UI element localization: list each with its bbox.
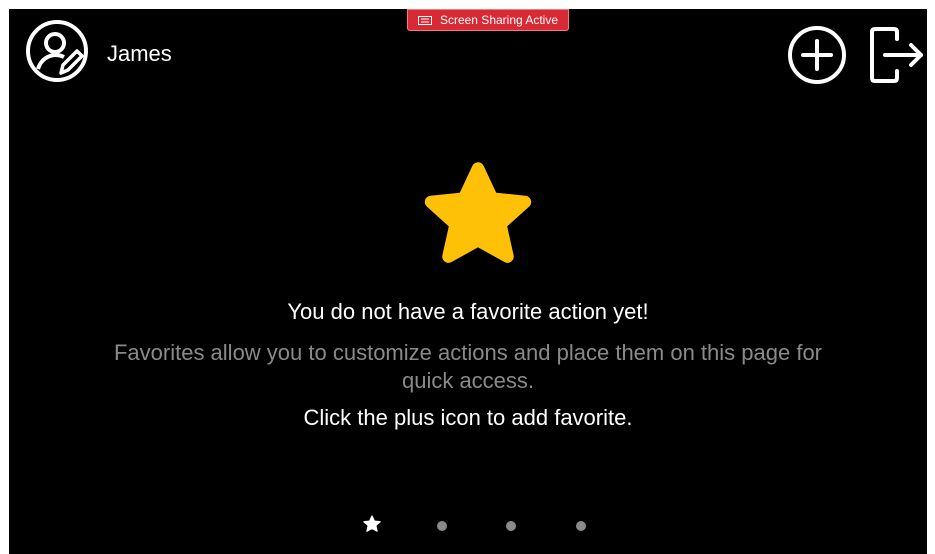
user-edit-icon xyxy=(25,19,89,88)
plus-circle-icon xyxy=(787,26,847,89)
add-favorite-button[interactable] xyxy=(787,25,847,90)
page-dot xyxy=(437,521,447,531)
page-dot xyxy=(506,521,516,531)
screen-share-icon xyxy=(417,15,432,25)
app-screen: Screen Sharing Active James You do not h… xyxy=(9,9,927,554)
user-name: James xyxy=(107,40,172,66)
page-indicator xyxy=(9,514,927,538)
page-indicator-dot[interactable] xyxy=(499,514,523,538)
page-indicator-dot[interactable] xyxy=(430,514,454,538)
screen-sharing-label: Screen Sharing Active xyxy=(439,13,559,27)
empty-state-title: You do not have a favorite action yet! xyxy=(287,299,649,324)
screen-sharing-badge: Screen Sharing Active xyxy=(407,9,569,31)
logout-button[interactable] xyxy=(867,25,927,90)
logout-icon xyxy=(867,27,927,89)
empty-state-description: Favorites allow you to customize actions… xyxy=(113,340,823,393)
user-profile-button[interactable]: James xyxy=(25,19,172,88)
page-dot xyxy=(576,521,586,531)
empty-state-hint: Click the plus icon to add favorite. xyxy=(303,405,633,430)
page-indicator-dot[interactable] xyxy=(569,514,593,538)
star-icon xyxy=(362,514,382,539)
page-indicator-favorites[interactable] xyxy=(360,514,384,538)
favorite-star-icon xyxy=(418,157,538,278)
